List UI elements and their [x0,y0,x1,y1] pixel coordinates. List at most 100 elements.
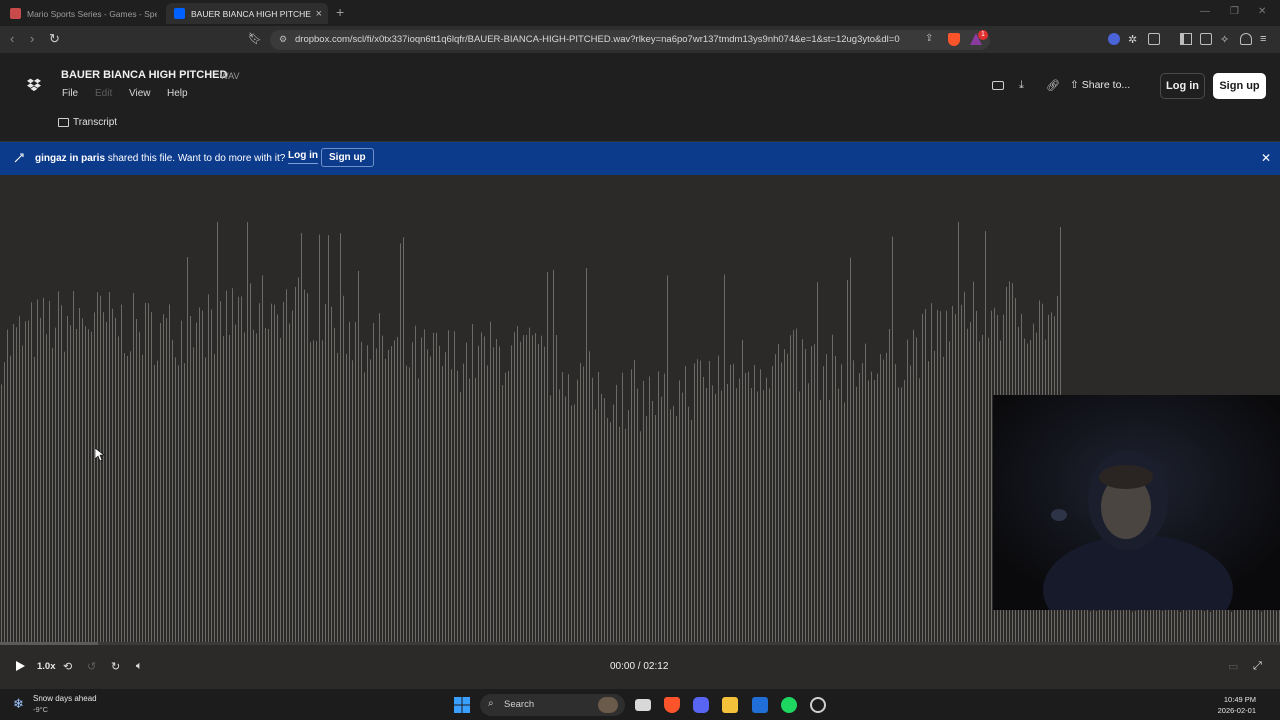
playback-speed-button[interactable]: 1.0x [37,661,56,672]
waveform-bar [919,378,920,642]
download-icon[interactable]: ⤓ [1019,79,1031,91]
extensions-puzzle-icon[interactable]: ✲ [1128,33,1140,46]
link-icon[interactable]: 🔗︎ [1046,79,1060,92]
rewind-10-icon[interactable]: ↺ [87,660,96,673]
tab-dropbox-file[interactable]: BAUER BIANCA HIGH PITCHED.w × [166,3,328,24]
waveform-bar [619,426,620,642]
waveform-bar [637,388,638,642]
waveform-bar [862,363,863,642]
forward-icon[interactable]: › [30,31,34,46]
waveform-bar [916,337,917,642]
weather-title: Snow days ahead [33,694,97,703]
file-explorer-icon[interactable] [722,697,738,713]
leo-ai-icon[interactable]: ✧ [1220,33,1232,46]
reload-icon[interactable]: ↻ [49,31,60,47]
wallet-card-icon[interactable] [1200,33,1212,45]
banner-text: shared this file. Want to do more with i… [107,153,286,164]
waveform-bar [844,402,845,642]
menu-icon[interactable]: ≡ [1260,33,1272,45]
waveform-bar [646,416,647,642]
brave-taskbar-icon[interactable] [664,697,680,713]
menu-help[interactable]: Help [167,88,188,99]
waveform-bar [586,267,587,642]
signup-button[interactable]: Sign up [1213,73,1266,99]
waveform-bar [1237,609,1238,642]
minimize-icon[interactable]: — [1200,6,1210,17]
back-icon[interactable]: ‹ [10,31,14,46]
waveform-bar [328,235,329,642]
fullscreen-icon[interactable]: ⤢ [1253,660,1262,673]
banner-close-icon[interactable]: ✕ [1261,151,1271,165]
app-taskbar-icon[interactable] [810,697,826,713]
waveform-bar [1099,608,1100,642]
waveform-bar [322,340,323,642]
close-window-icon[interactable]: ✕ [1258,6,1266,17]
waveform-bar [148,303,149,642]
volume-icon[interactable]: 🔈︎ [136,660,143,673]
system-clock[interactable]: 10:49 PM 2026-02-01 [1218,694,1256,716]
waveform-bar [1096,611,1097,642]
waveform-bar [598,371,599,642]
waveform-bar [781,362,782,642]
waveform-bar [4,362,5,642]
dropbox-logo-icon[interactable] [27,78,41,92]
waveform-bar [625,428,626,642]
waveform-bar [1180,611,1181,642]
taskbar-search[interactable]: ⌕ Search [480,694,625,716]
waveform-bar [958,222,959,642]
spotify-taskbar-icon[interactable] [781,697,797,713]
extension-icon[interactable] [1108,33,1120,45]
address-bar[interactable]: ⚙ dropbox.com/scl/fi/x0tx337ioqn6tt1q6lq… [270,30,990,50]
waveform-bar [226,290,227,642]
waveform-bar [904,380,905,642]
waveform-bar [706,387,707,642]
tab-mario-sports[interactable]: Mario Sports Series - Games - Speed [2,3,162,24]
waveform-bar [43,297,44,642]
bookmark-icon[interactable]: 🔖︎ [248,32,262,45]
menu-edit[interactable]: Edit [95,88,112,99]
task-view-icon[interactable] [635,699,651,711]
waveform-bar [544,346,545,642]
waveform-bar [988,337,989,642]
waveform-bar [574,404,575,642]
share-button[interactable]: ⇧ Share to... [1070,79,1130,91]
share-url-icon[interactable]: ⇪ [925,33,933,44]
site-info-icon[interactable]: ⚙ [279,34,287,45]
captions-icon[interactable]: ▭ [1228,660,1238,673]
loop-icon[interactable]: ⟲ [63,660,72,673]
waveform-bar [439,345,440,642]
mail-taskbar-icon[interactable] [752,697,768,713]
sidebar-icon[interactable] [1180,33,1192,45]
waveform-bar [271,303,272,642]
forward-10-icon[interactable]: ↻ [111,660,120,673]
comment-icon[interactable] [992,81,1004,90]
banner-login-link[interactable]: Log in [288,150,318,164]
brave-shields-icon[interactable] [948,33,960,46]
share-label: Share to... [1081,79,1131,91]
login-button[interactable]: Log in [1160,73,1205,99]
waveform-bar [466,342,467,642]
dropbox-favicon-icon [174,8,185,19]
waveform-bar [928,361,929,642]
banner-signup-button[interactable]: Sign up [321,148,374,167]
waveform-bar [499,346,500,642]
transcript-button[interactable]: Transcript [58,117,117,128]
maximize-icon[interactable]: ❐ [1230,6,1239,17]
windows-start-icon[interactable] [454,697,470,713]
waveform-bar [1120,610,1121,642]
rewards-badge: 1 [978,30,988,40]
menu-view[interactable]: View [129,88,151,99]
discord-taskbar-icon[interactable] [693,697,709,713]
player-controls: 1.0x ⟲ ↺ ↻ 🔈︎ 00:00 / 02:12 ▭ ⤢ [0,645,1280,688]
wallet-icon[interactable] [1148,33,1160,45]
new-tab-button[interactable]: + [336,4,344,20]
vpn-shield-icon[interactable] [1240,33,1252,45]
waveform-bar [1219,605,1220,642]
menu-file[interactable]: File [62,88,78,99]
close-tab-icon[interactable]: × [316,8,322,20]
waveform-bar [67,316,68,642]
waveform-bar [292,310,293,642]
waveform-bar [169,304,170,642]
waveform-bar [367,345,368,642]
play-icon[interactable] [16,661,25,671]
